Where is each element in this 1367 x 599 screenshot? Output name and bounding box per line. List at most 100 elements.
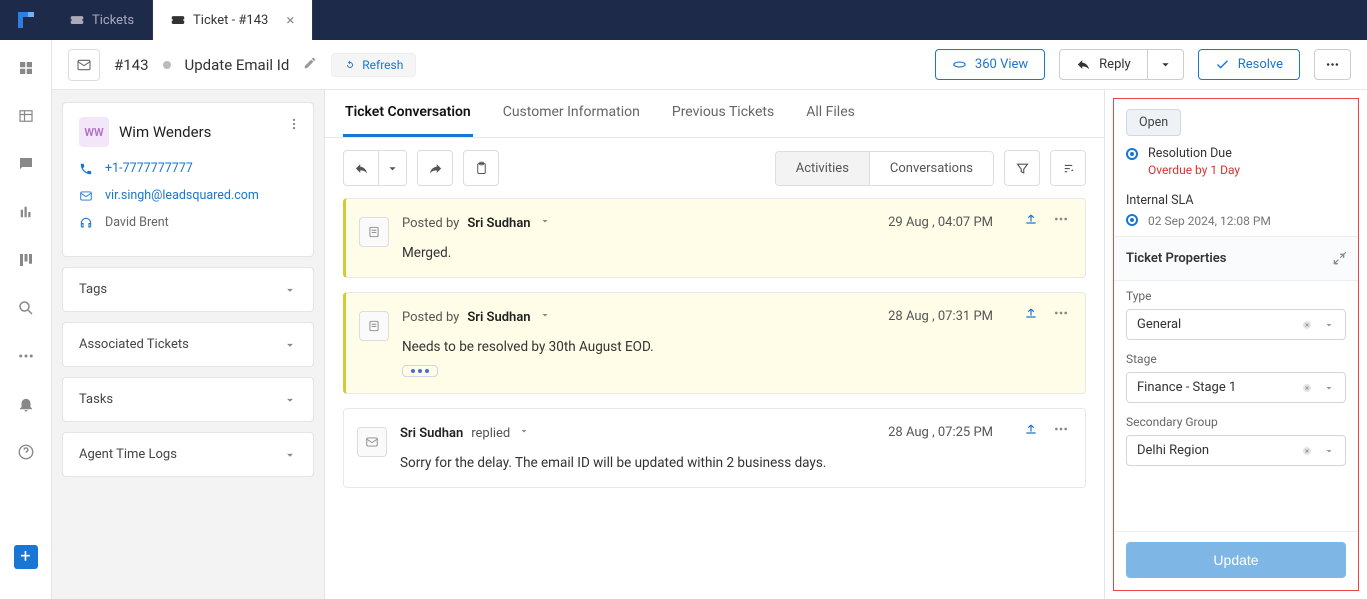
message-more-button[interactable]	[1053, 305, 1069, 321]
sidebar-section-associated-tickets[interactable]: Associated Tickets	[62, 322, 314, 367]
status-chip[interactable]: Open	[1126, 109, 1181, 136]
toolbar-reply-button[interactable]	[343, 150, 379, 186]
view-activities[interactable]: Activities	[776, 152, 870, 185]
clear-icon[interactable]	[1301, 382, 1313, 394]
customer-phone-row[interactable]: +1-7777777777	[79, 161, 297, 176]
upload-icon[interactable]	[1023, 211, 1039, 227]
message-expand-caret[interactable]	[518, 425, 530, 441]
ticket-title: Update Email Id	[185, 56, 290, 74]
refresh-button[interactable]: Refresh	[331, 53, 416, 77]
mail-icon	[76, 57, 92, 73]
close-tab-icon[interactable]: ×	[286, 11, 294, 29]
resolve-button[interactable]: Resolve	[1198, 49, 1300, 80]
field-label: Secondary Group	[1126, 415, 1346, 429]
mail-icon	[79, 189, 93, 203]
message-prefix: Posted by	[402, 310, 459, 325]
phone-icon	[79, 162, 93, 176]
rail-add-button[interactable]: +	[14, 545, 38, 569]
left-rail: +	[0, 40, 52, 599]
expand-icon[interactable]	[1332, 252, 1346, 266]
rail-search[interactable]	[8, 290, 44, 326]
upload-icon[interactable]	[1023, 305, 1039, 321]
note-icon	[359, 311, 389, 341]
pencil-icon	[303, 56, 317, 70]
customer-email-row[interactable]: vir.singh@leadsquared.com	[79, 188, 297, 203]
internal-sla-value: 02 Sep 2024, 12:08 PM	[1148, 214, 1271, 228]
message-more-button[interactable]	[1053, 211, 1069, 227]
message-time: 28 Aug , 07:25 PM	[888, 425, 993, 440]
customer-owner-row: David Brent	[79, 215, 297, 230]
clear-icon[interactable]	[1301, 445, 1313, 457]
note-icon	[359, 217, 389, 247]
detail-tabs: Ticket Conversation Customer Information…	[325, 90, 1104, 138]
reply-icon	[1076, 57, 1091, 72]
view-conversations[interactable]: Conversations	[870, 152, 993, 185]
rail-more[interactable]	[8, 338, 44, 374]
status-dot	[163, 61, 171, 69]
message-expand-caret[interactable]	[539, 309, 551, 325]
secondary-group-select[interactable]: Delhi Region	[1126, 435, 1346, 466]
view-360-button[interactable]: 360 View	[935, 49, 1045, 80]
resolution-due-row: Resolution Due Overdue by 1 Day	[1114, 142, 1358, 185]
reply-dropdown[interactable]	[1148, 49, 1184, 80]
search-icon	[17, 299, 35, 317]
rail-notifications[interactable]	[8, 386, 44, 422]
rail-reports[interactable]	[8, 194, 44, 230]
check-icon	[1215, 57, 1230, 72]
toolbar-reply-dropdown[interactable]	[379, 150, 407, 186]
toolbar-clipboard-button[interactable]	[463, 150, 499, 186]
message-author: Sri Sudhan	[400, 426, 463, 441]
tab-tickets-list[interactable]: Tickets	[52, 0, 153, 40]
customer-owner: David Brent	[105, 215, 169, 230]
sidebar-section-tasks[interactable]: Tasks	[62, 377, 314, 422]
clear-icon[interactable]	[1301, 319, 1313, 331]
message-expand-toggle[interactable]	[402, 365, 438, 377]
customer-card-menu[interactable]	[287, 117, 301, 135]
message-postfix: replied	[471, 426, 510, 441]
more-actions-button[interactable]	[1314, 49, 1351, 80]
rail-help[interactable]	[8, 434, 44, 470]
message-prefix: Posted by	[402, 216, 459, 231]
stage-select[interactable]: Finance - Stage 1	[1126, 372, 1346, 403]
sidebar-section-tags[interactable]: Tags	[62, 267, 314, 312]
toolbar-filter-button[interactable]	[1004, 150, 1040, 186]
rail-chat[interactable]	[8, 146, 44, 182]
seg-label: Conversations	[890, 161, 973, 176]
filter-icon	[1015, 161, 1030, 176]
update-button[interactable]: Update	[1126, 542, 1346, 578]
message-author: Sri Sudhan	[467, 310, 530, 325]
message-time: 28 Aug , 07:31 PM	[888, 309, 993, 324]
kanban-icon	[17, 251, 35, 269]
toolbar-forward-button[interactable]	[417, 150, 453, 186]
field-stage: Stage Finance - Stage 1	[1114, 344, 1358, 407]
reply-label: Reply	[1099, 57, 1131, 72]
upload-icon[interactable]	[1023, 421, 1039, 437]
tab-conversation[interactable]: Ticket Conversation	[343, 90, 473, 137]
grid-icon	[17, 59, 35, 77]
select-value: Delhi Region	[1137, 443, 1209, 458]
sidebar-section-time-logs[interactable]: Agent Time Logs	[62, 432, 314, 477]
mail-icon	[357, 427, 387, 457]
message-more-button[interactable]	[1053, 421, 1069, 437]
rail-table[interactable]	[8, 98, 44, 134]
tab-all-files[interactable]: All Files	[804, 90, 857, 137]
message-body: Merged.	[402, 245, 1069, 261]
tab-label: Customer Information	[503, 104, 640, 120]
reply-button[interactable]: Reply	[1059, 49, 1148, 80]
tab-label: Tickets	[92, 13, 134, 28]
message-body: Needs to be resolved by 30th August EOD.	[402, 339, 1069, 355]
view-360-label: 360 View	[975, 57, 1028, 72]
message-expand-caret[interactable]	[539, 215, 551, 231]
clipboard-icon	[474, 161, 489, 176]
message-body: Sorry for the delay. The email ID will b…	[400, 455, 1069, 471]
select-value: Finance - Stage 1	[1137, 380, 1236, 395]
tab-previous-tickets[interactable]: Previous Tickets	[670, 90, 776, 137]
toolbar-sort-button[interactable]	[1050, 150, 1086, 186]
rail-kanban[interactable]	[8, 242, 44, 278]
type-select[interactable]: General	[1126, 309, 1346, 340]
rail-dashboard[interactable]	[8, 50, 44, 86]
section-label: Tasks	[79, 392, 113, 407]
edit-title-button[interactable]	[303, 56, 317, 74]
tab-customer-info[interactable]: Customer Information	[501, 90, 642, 137]
tab-ticket-detail[interactable]: Ticket - #143 ×	[153, 0, 313, 40]
